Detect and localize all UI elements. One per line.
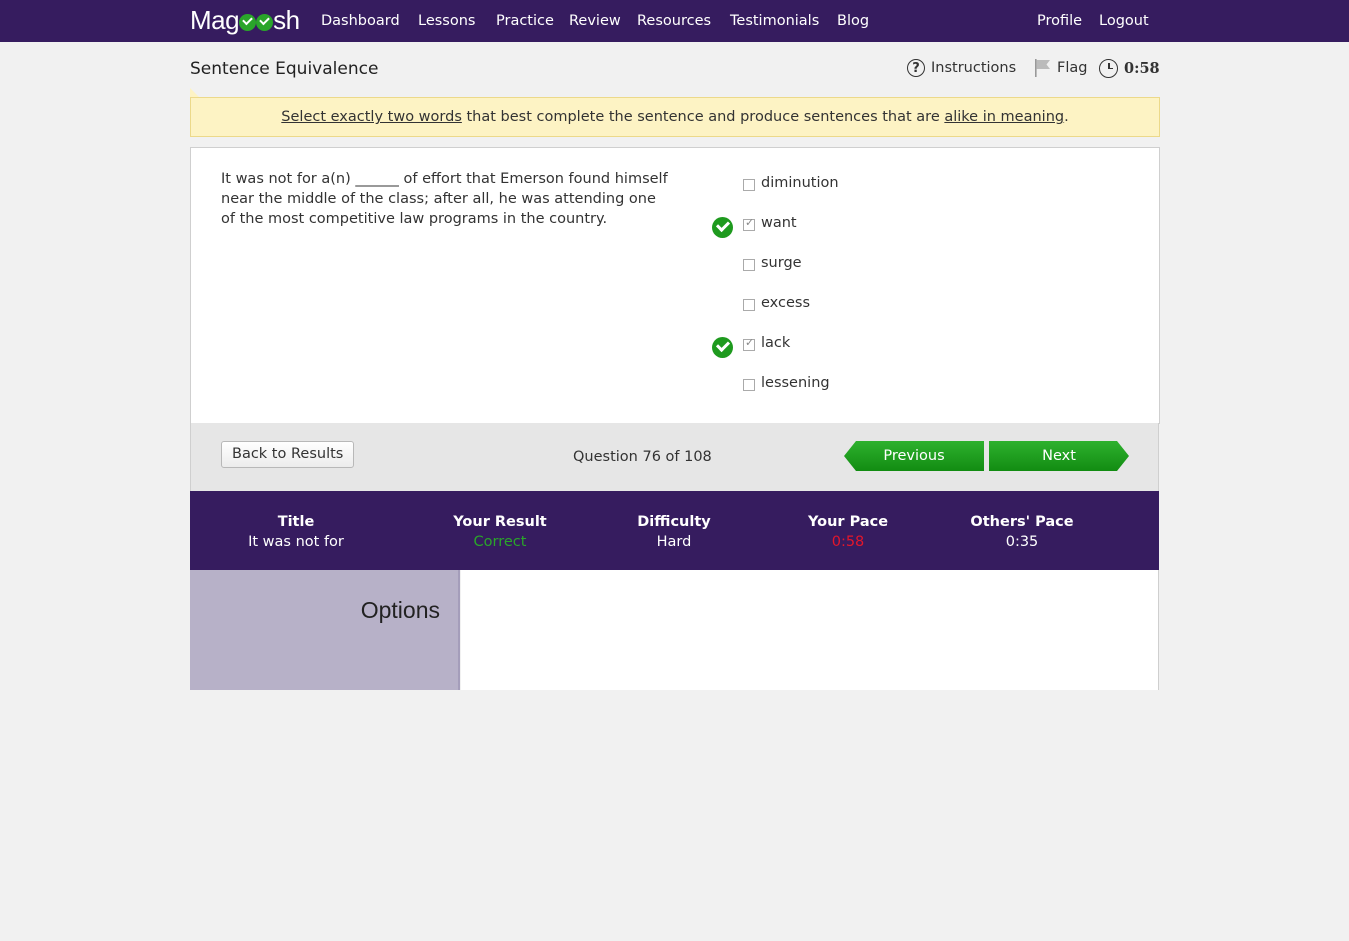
instructions-button[interactable]: ? Instructions <box>907 56 1016 80</box>
logo-check-icon <box>239 13 257 31</box>
choice-label: excess <box>761 295 810 311</box>
choice-label: lessening <box>761 375 830 391</box>
stat-result-value: Correct <box>473 534 527 550</box>
flag-button[interactable]: Flag <box>1034 56 1087 80</box>
options-content <box>461 570 1159 690</box>
choice-label: diminution <box>761 175 839 191</box>
clock-icon <box>1099 58 1118 78</box>
choice-checkbox[interactable] <box>743 336 755 351</box>
instruction-banner: Select exactly two words that best compl… <box>190 97 1160 137</box>
flag-icon <box>1035 59 1050 77</box>
instructions-label: Instructions <box>931 60 1017 76</box>
banner-period: . <box>1064 109 1069 125</box>
answer-choice[interactable]: lack <box>191 335 790 360</box>
stat-difficulty: Difficulty Hard <box>594 512 754 552</box>
stat-your-pace-value: 0:58 <box>831 534 865 550</box>
previous-button[interactable]: Previous <box>844 441 984 471</box>
answer-choice[interactable]: surge <box>191 255 802 280</box>
options-sidebar: Options <box>190 570 460 690</box>
magoosh-logo[interactable]: Mag sh <box>190 3 300 37</box>
flag-label: Flag <box>1057 60 1088 76</box>
choice-label: lack <box>761 335 791 351</box>
logo-text-end: sh <box>273 5 300 35</box>
nav-review[interactable]: Review <box>569 0 621 42</box>
nav-blog[interactable]: Blog <box>837 0 869 42</box>
stat-result-heading: Your Result <box>453 514 547 530</box>
stat-difficulty-value: Hard <box>656 534 692 550</box>
choice-label: surge <box>761 255 802 271</box>
stat-your-pace: Your Pace 0:58 <box>768 512 928 552</box>
question-nav-bar: Back to Results Question 76 of 108 Previ… <box>190 423 1159 491</box>
stat-difficulty-heading: Difficulty <box>637 514 711 530</box>
answer-choice[interactable]: want <box>191 215 797 240</box>
stat-others-pace-value: 0:35 <box>1005 534 1039 550</box>
answer-choice[interactable]: excess <box>191 295 810 320</box>
nav-logout[interactable]: Logout <box>1099 0 1149 42</box>
banner-text: that best complete the sentence and prod… <box>461 109 945 125</box>
options-title: Options <box>360 597 440 623</box>
stat-title-heading: Title <box>277 514 315 530</box>
choice-label: want <box>761 215 797 231</box>
banner-emphasis-2: alike in meaning <box>944 109 1065 125</box>
correct-check-icon <box>712 217 733 238</box>
top-nav-bar: Mag sh Dashboard Lessons Practice Review… <box>0 0 1349 42</box>
logo-check-icon-2 <box>256 13 274 31</box>
nav-profile[interactable]: Profile <box>1037 0 1082 42</box>
help-icon: ? <box>907 59 925 77</box>
nav-lessons[interactable]: Lessons <box>418 0 475 42</box>
question-panel: It was not for a(n) ______ of effort tha… <box>190 147 1160 424</box>
choice-checkbox[interactable] <box>743 216 755 231</box>
stat-result: Your Result Correct <box>420 512 580 552</box>
answer-choice[interactable]: lessening <box>191 375 830 400</box>
correct-check-icon <box>712 337 733 358</box>
timer: 0:58 <box>1099 56 1160 80</box>
choice-checkbox[interactable] <box>743 259 755 271</box>
timer-value: 0:58 <box>1124 59 1160 77</box>
choice-checkbox[interactable] <box>743 379 755 391</box>
nav-practice[interactable]: Practice <box>496 0 554 42</box>
logo-text-start: Mag <box>190 5 240 35</box>
answer-choice[interactable]: diminution <box>191 175 839 200</box>
choice-checkbox[interactable] <box>743 179 755 191</box>
question-stats-bar: Title It was not for Your Result Correct… <box>190 491 1159 570</box>
stat-others-pace: Others' Pace 0:35 <box>942 512 1102 552</box>
stat-title: Title It was not for <box>216 512 376 552</box>
nav-dashboard[interactable]: Dashboard <box>321 0 400 42</box>
nav-resources[interactable]: Resources <box>637 0 711 42</box>
page-title: Sentence Equivalence <box>190 59 379 79</box>
banner-emphasis-1: Select exactly two words <box>281 109 462 125</box>
stat-others-pace-heading: Others' Pace <box>970 514 1074 530</box>
nav-testimonials[interactable]: Testimonials <box>730 0 819 42</box>
stat-title-value: It was not for <box>248 534 344 550</box>
next-button[interactable]: Next <box>989 441 1129 471</box>
question-counter: Question 76 of 108 <box>573 449 712 465</box>
back-to-results-button[interactable]: Back to Results <box>221 441 355 468</box>
stat-your-pace-heading: Your Pace <box>807 514 889 530</box>
choice-checkbox[interactable] <box>743 299 755 311</box>
